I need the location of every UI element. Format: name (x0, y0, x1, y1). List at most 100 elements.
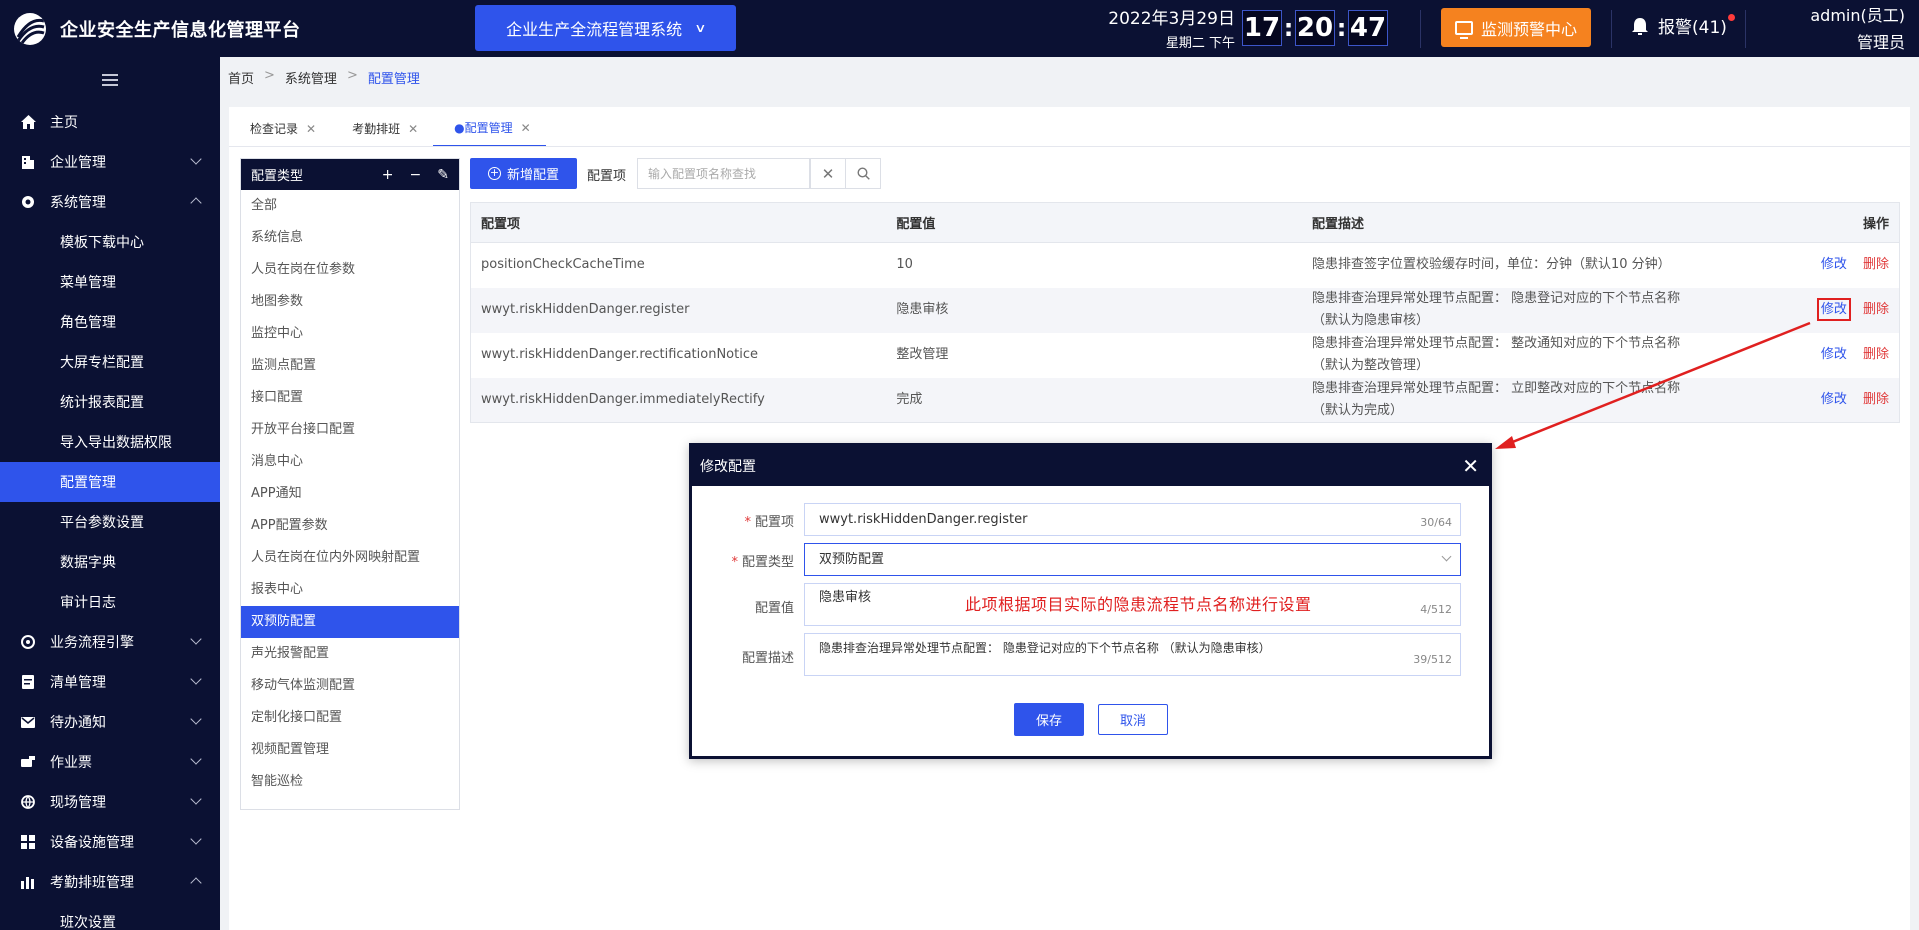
chevron-down-icon (190, 713, 202, 725)
clock-seconds: 47 (1348, 10, 1388, 46)
search-label: 配置项 (587, 169, 627, 184)
config-type-item[interactable]: 监控中心 (241, 318, 459, 350)
edit-link[interactable]: 修改 (1821, 392, 1847, 407)
char-count: 39/512 (1413, 653, 1452, 666)
cell-desc: 隐患排查治理异常处理节点配置： 整改通知对应的下个节点名称 （默认为整改管理） (1302, 333, 1762, 378)
tab-attendance[interactable]: 考勤排班 ✕ (331, 110, 433, 147)
cell-desc: 隐患排查签字位置校验缓存时间，单位：分钟（默认10 分钟） (1302, 243, 1762, 288)
sidebar-item-template-download[interactable]: 模板下载中心 (0, 222, 220, 262)
sidebar-item-home[interactable]: 主页 (0, 102, 220, 142)
config-desc-textarea[interactable]: 隐患排查治理异常处理节点配置： 隐患登记对应的下个节点名称 （默认为隐患审核） … (804, 633, 1461, 676)
alarm-button[interactable]: 报警(41) (1630, 13, 1735, 38)
search-input[interactable] (637, 158, 810, 189)
config-type-item[interactable]: 定制化接口配置 (241, 702, 459, 734)
monitor-center-button[interactable]: 监测预警中心 (1441, 8, 1591, 47)
chevron-up-icon (190, 197, 202, 209)
sidebar-item-label: 菜单管理 (60, 275, 116, 291)
sidebar-item-import-export-permission[interactable]: 导入导出数据权限 (0, 422, 220, 462)
sidebar-item-checklist[interactable]: 清单管理 (0, 662, 220, 702)
sidebar-item-todo[interactable]: 待办通知 (0, 702, 220, 742)
sidebar-item-role-manage[interactable]: 角色管理 (0, 302, 220, 342)
add-icon[interactable]: + (382, 167, 394, 183)
top-bar: 企业安全生产信息化管理平台 企业生产全流程管理系统 ∨ 2022年3月29日 星… (0, 0, 1919, 57)
clear-icon[interactable]: ✕ (810, 158, 846, 189)
sidebar-item-label: 设备设施管理 (50, 835, 134, 851)
cell-key: wwyt.riskHiddenDanger.immediatelyRectify (470, 377, 887, 423)
tab-inspection-record[interactable]: 检查记录 ✕ (229, 110, 331, 147)
char-count: 4/512 (1420, 603, 1452, 616)
add-config-button[interactable]: + 新增配置 (470, 158, 577, 189)
config-value-textarea[interactable]: 隐患审核 此项根据项目实际的隐患流程节点名称进行设置 4/512 (804, 583, 1461, 626)
config-type-item[interactable]: 视频配置管理 (241, 734, 459, 766)
cell-desc: 隐患排查治理异常处理节点配置： 立即整改对应的下个节点名称 （默认为完成） (1301, 377, 1762, 423)
config-key-input[interactable]: wwyt.riskHiddenDanger.register 30/64 (804, 503, 1461, 536)
config-type-item[interactable]: 人员在岗在位参数 (241, 254, 459, 286)
sidebar-item-device-manage[interactable]: 设备设施管理 (0, 822, 220, 862)
sidebar-item-enterprise[interactable]: 企业管理 (0, 142, 220, 182)
config-type-item[interactable]: 开放平台接口配置 (241, 414, 459, 446)
sidebar-item-data-dictionary[interactable]: 数据字典 (0, 542, 220, 582)
config-type-item[interactable]: 接口配置 (241, 382, 459, 414)
breadcrumb-home[interactable]: 首页 (228, 68, 254, 87)
config-type-item[interactable]: 人员在岗在位内外网映射配置 (241, 542, 459, 574)
config-type-item[interactable]: 声光报警配置 (241, 638, 459, 670)
form-row-value: 配置值 隐患审核 此项根据项目实际的隐患流程节点名称进行设置 4/512 (692, 583, 1489, 626)
config-type-item[interactable]: APP配置参数 (241, 510, 459, 542)
sidebar-item-label: 大屏专栏配置 (60, 355, 144, 371)
sidebar-item-workflow[interactable]: 业务流程引擎 (0, 622, 220, 662)
sidebar-item-site-manage[interactable]: 现场管理 (0, 782, 220, 822)
delete-link[interactable]: 删除 (1863, 302, 1889, 317)
config-type-item[interactable]: 消息中心 (241, 446, 459, 478)
close-icon[interactable]: ✕ (306, 122, 316, 136)
user-menu[interactable]: admin(员工) 管理员 (1760, 2, 1905, 56)
sidebar-item-bigscreen-config[interactable]: 大屏专栏配置 (0, 342, 220, 382)
breadcrumb-system[interactable]: 系统管理 (285, 68, 337, 87)
edit-icon[interactable]: ✎ (437, 167, 449, 183)
config-type-item[interactable]: 监测点配置 (241, 350, 459, 382)
cell-value: 隐患审核 (886, 287, 1302, 333)
minus-icon[interactable]: − (410, 167, 422, 183)
edit-link[interactable]: 修改 (1821, 347, 1847, 362)
column-header: 操作 (1761, 202, 1900, 243)
sidebar-collapse-button[interactable] (0, 57, 220, 102)
sidebar-item-menu-manage[interactable]: 菜单管理 (0, 262, 220, 302)
tab-underline (229, 146, 1910, 147)
config-type-item[interactable]: 系统信息 (241, 222, 459, 254)
sidebar-item-audit-log[interactable]: 审计日志 (0, 582, 220, 622)
search-icon[interactable] (845, 158, 881, 189)
config-type-item-selected[interactable]: 双预防配置 (241, 606, 459, 638)
config-type-select[interactable]: 双预防配置 (804, 543, 1461, 576)
save-button[interactable]: 保存 (1014, 703, 1084, 736)
dialog-header: 修改配置 ✕ (692, 446, 1489, 486)
sidebar-item-report-config[interactable]: 统计报表配置 (0, 382, 220, 422)
tab-config-manage[interactable]: ●配置管理 ✕ (433, 110, 546, 147)
config-type-item[interactable]: 全部 (241, 190, 459, 222)
edit-link[interactable]: 修改 (1821, 257, 1847, 272)
delete-link[interactable]: 删除 (1863, 347, 1889, 362)
config-type-item[interactable]: 报表中心 (241, 574, 459, 606)
system-switch-dropdown[interactable]: 企业生产全流程管理系统 ∨ (475, 5, 736, 51)
sidebar-item-platform-params[interactable]: 平台参数设置 (0, 502, 220, 542)
sidebar-item-system[interactable]: 系统管理 (0, 182, 220, 222)
dialog-title: 修改配置 (700, 459, 756, 475)
config-type-item[interactable]: 移动气体监测配置 (241, 670, 459, 702)
delete-link[interactable]: 删除 (1863, 257, 1889, 272)
close-icon[interactable]: ✕ (408, 122, 418, 136)
config-type-item[interactable]: 地图参数 (241, 286, 459, 318)
sidebar-item-shift-settings[interactable]: 班次设置 (0, 902, 220, 930)
delete-link[interactable]: 删除 (1863, 392, 1889, 407)
sidebar-item-label: 待办通知 (50, 715, 106, 731)
sidebar-item-attendance[interactable]: 考勤排班管理 (0, 862, 220, 902)
form-label: * 配置项 (744, 515, 794, 530)
sidebar-item-work-ticket[interactable]: 作业票 (0, 742, 220, 782)
form-row-type: * 配置类型 双预防配置 (692, 543, 1489, 576)
close-icon[interactable]: ✕ (1462, 454, 1479, 478)
sidebar-item-label: 导入导出数据权限 (60, 435, 172, 451)
config-type-item[interactable]: APP通知 (241, 478, 459, 510)
sidebar-item-config-manage[interactable]: 配置管理 (0, 462, 220, 502)
add-circle-icon: + (487, 166, 501, 180)
edit-link-highlighted[interactable]: 修改 (1816, 298, 1851, 321)
config-type-item[interactable]: 智能巡检 (241, 766, 459, 798)
cancel-button[interactable]: 取消 (1098, 704, 1168, 735)
close-icon[interactable]: ✕ (521, 121, 531, 135)
